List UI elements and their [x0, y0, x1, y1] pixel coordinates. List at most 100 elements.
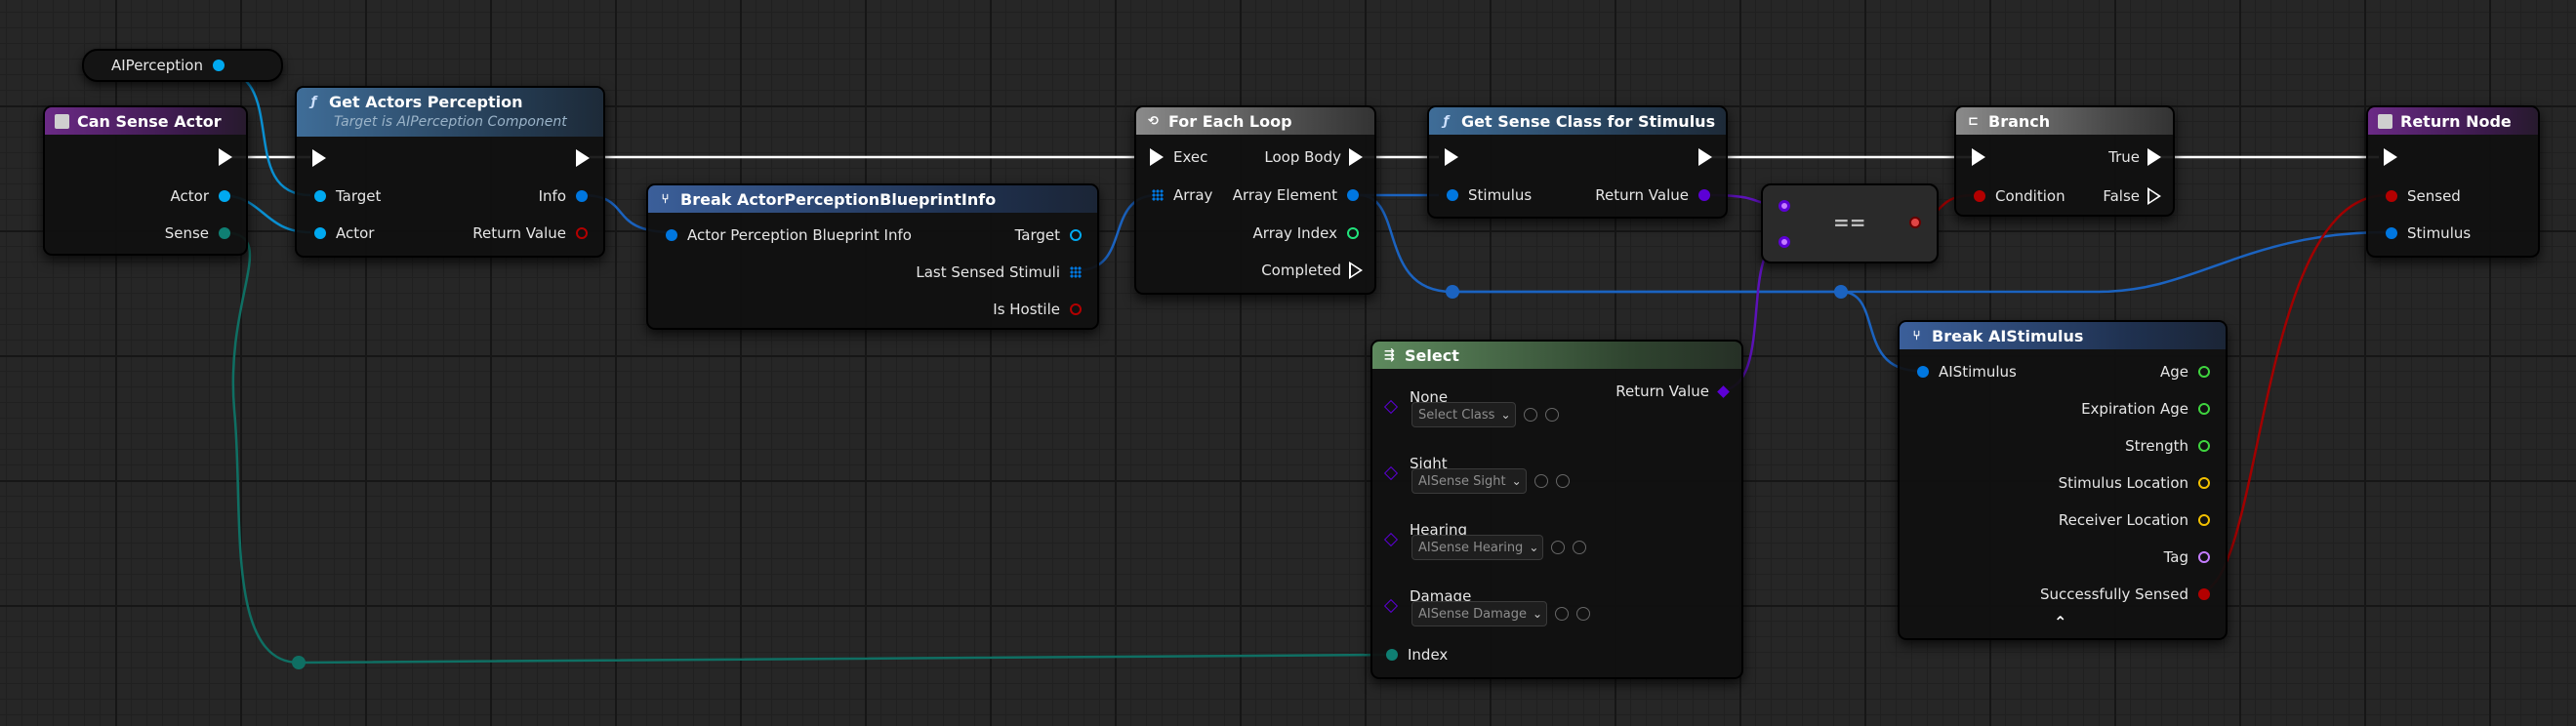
browse-search-icon[interactable]	[1576, 607, 1591, 621]
sensed-pin[interactable]	[2386, 190, 2397, 202]
actor-output-pin[interactable]	[219, 190, 230, 202]
option-pin[interactable]	[1383, 465, 1399, 481]
output-row-receiver-location: Receiver Location	[2059, 511, 2210, 529]
pin-label: Exec	[1173, 148, 1208, 166]
can-sense-actor-node[interactable]: Can Sense Actor Actor Sense	[43, 105, 248, 256]
select-node[interactable]: ⇶ Select Return Value None Select Class ⌄…	[1370, 340, 1743, 679]
class-dropdown[interactable]: AISense Hearing ⌄	[1411, 535, 1544, 560]
for-each-loop-node[interactable]: ⟲ For Each Loop Exec Loop Body Array Arr…	[1134, 105, 1376, 295]
array-grid-icon[interactable]	[1152, 189, 1164, 201]
object-pin[interactable]	[213, 60, 225, 71]
receiver-location-pin[interactable]	[2198, 514, 2210, 526]
aiperception-variable-node[interactable]: AIPerception	[82, 49, 283, 82]
use-selected-icon[interactable]	[1533, 474, 1548, 488]
completed-pin[interactable]	[1349, 262, 1363, 279]
target-output-pin[interactable]	[1070, 229, 1082, 241]
browse-search-icon[interactable]	[1573, 541, 1587, 554]
is-hostile-output-pin[interactable]	[1070, 303, 1082, 315]
pin-label: Successfully Sensed	[2040, 585, 2188, 603]
output-row-tag: Tag	[2164, 548, 2210, 566]
node-title: Break AIStimulus	[1932, 326, 2084, 345]
class-dropdown[interactable]: Select Class ⌄	[1411, 402, 1516, 427]
return-output-row: Return Value	[472, 224, 588, 242]
target-input-pin[interactable]	[314, 190, 326, 202]
stimulus-input-row: AIStimulus	[1917, 363, 2017, 381]
class-dropdown[interactable]: AISense Damage ⌄	[1411, 601, 1548, 626]
age-output-pin[interactable]	[2198, 366, 2210, 378]
stimulus-pin[interactable]	[2386, 227, 2397, 239]
class-input-a-pin[interactable]	[1779, 200, 1790, 212]
browse-search-icon[interactable]	[1544, 408, 1559, 422]
option-pin[interactable]	[1383, 532, 1399, 547]
array-grid-icon[interactable]	[1070, 266, 1082, 278]
info-output-pin[interactable]	[576, 190, 588, 202]
info-input-pin[interactable]	[666, 229, 677, 241]
branch-node[interactable]: ⊏ Branch True Condition False	[1954, 105, 2175, 217]
return-icon	[2378, 113, 2392, 129]
stimulus-input-pin[interactable]	[1447, 189, 1458, 201]
false-exec-pin[interactable]	[2147, 187, 2161, 205]
pin-label: Stimulus Location	[2058, 474, 2188, 492]
pin-label: Age	[2159, 363, 2188, 381]
array-element-pin[interactable]	[1347, 189, 1359, 201]
target-input-row: Target	[314, 187, 381, 205]
return-node[interactable]: Return Node Sensed Stimulus	[2366, 105, 2540, 258]
tag-output-pin[interactable]	[2198, 551, 2210, 563]
select-icon: ⇶	[1384, 347, 1395, 363]
pin-label: Return Value	[472, 224, 566, 242]
bool-output-pin[interactable]	[1909, 217, 1921, 228]
array-index-pin[interactable]	[1347, 227, 1359, 239]
use-selected-icon[interactable]	[1551, 541, 1566, 554]
class-input-b-pin[interactable]	[1779, 236, 1790, 248]
exec-output-pin[interactable]	[219, 148, 232, 166]
break-aistimulus-node[interactable]: ⑂ Break AIStimulus AIStimulus Age Expira…	[1898, 320, 2228, 640]
stimulus-location-pin[interactable]	[2198, 477, 2210, 489]
pin-label: Info	[538, 187, 566, 205]
exec-input-pin[interactable]	[1150, 148, 1164, 166]
class-output-pin[interactable]	[1698, 189, 1710, 201]
sense-output-pin[interactable]	[219, 227, 230, 239]
loop-body-pin[interactable]	[1349, 148, 1363, 166]
is-hostile-output-row: Is Hostile	[993, 301, 1082, 318]
get-sense-class-node[interactable]: ƒ Get Sense Class for Stimulus Stimulus …	[1427, 105, 1728, 219]
sensed-output-pin[interactable]	[2198, 588, 2210, 600]
exec-input-pin[interactable]	[312, 149, 326, 167]
use-selected-icon[interactable]	[1523, 408, 1537, 422]
break-struct-icon: ⑂	[661, 191, 670, 207]
output-row-strength: Strength	[2125, 437, 2210, 455]
option-pin[interactable]	[1383, 598, 1399, 614]
stimulus-input-pin[interactable]	[1917, 366, 1929, 378]
exec-output-pin[interactable]	[1698, 148, 1712, 166]
class-dropdown[interactable]: AISense Sight ⌄	[1411, 468, 1527, 494]
exec-input-pin[interactable]	[2384, 148, 2397, 166]
index-input-pin[interactable]	[1386, 649, 1398, 661]
strength-output-pin[interactable]	[2198, 440, 2210, 452]
class-output-pin[interactable]	[1717, 384, 1730, 398]
get-actors-perception-node[interactable]: ƒ Get Actors Perception Target is AIPerc…	[295, 86, 605, 258]
node-title: For Each Loop	[1168, 111, 1292, 131]
target-output-row: Target	[1015, 226, 1082, 244]
last-sensed-output-row: Last Sensed Stimuli	[916, 263, 1082, 281]
array-input-row: Array	[1152, 186, 1212, 204]
option-pin[interactable]	[1383, 399, 1399, 415]
chevron-down-icon: ⌄	[1500, 408, 1511, 422]
node-header: ⑂ Break ActorPerceptionBlueprintInfo	[648, 185, 1097, 213]
condition-pin[interactable]	[1974, 190, 1985, 202]
use-selected-icon[interactable]	[1555, 607, 1570, 621]
actor-input-pin[interactable]	[314, 227, 326, 239]
expiration-output-pin[interactable]	[2198, 403, 2210, 415]
true-exec-pin[interactable]	[2147, 148, 2161, 166]
return-output-pin[interactable]	[576, 227, 588, 239]
loop-body-row: Loop Body	[1264, 148, 1363, 166]
pin-label: Array	[1173, 186, 1213, 204]
node-title: Select	[1405, 345, 1459, 365]
pin-label: Loop Body	[1264, 148, 1341, 166]
break-perception-info-node[interactable]: ⑂ Break ActorPerceptionBlueprintInfo Act…	[646, 183, 1099, 330]
browse-search-icon[interactable]	[1555, 474, 1570, 488]
exec-output-pin[interactable]	[576, 149, 590, 167]
exec-input-pin[interactable]	[1445, 148, 1458, 166]
exec-input-pin[interactable]	[1972, 148, 1985, 166]
collapse-chevron-icon[interactable]: ⌃	[2054, 613, 2066, 631]
option-none-value-row: Select Class ⌄	[1411, 402, 1559, 427]
equal-class-node[interactable]: ==	[1761, 183, 1939, 263]
